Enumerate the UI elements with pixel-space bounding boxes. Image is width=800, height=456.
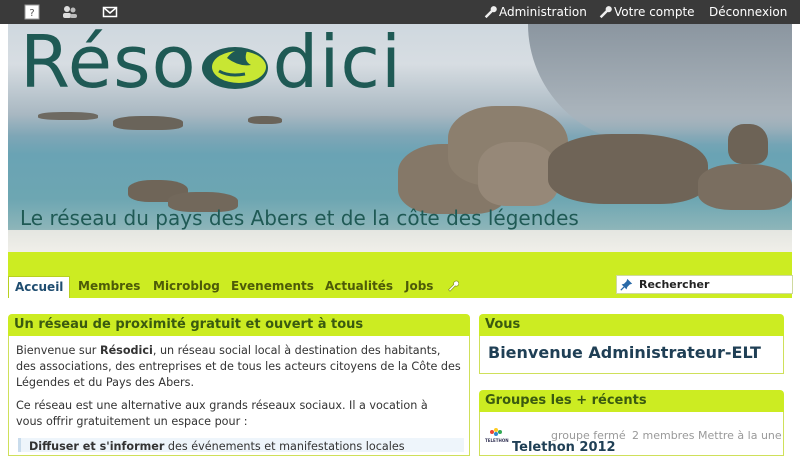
- telethon-logo-icon: [490, 428, 502, 436]
- banner-rock: [728, 124, 768, 164]
- wrench-icon: [599, 6, 612, 19]
- group-thumbnail[interactable]: TELETHON: [485, 426, 509, 448]
- members-icon[interactable]: [62, 4, 78, 20]
- admin-link[interactable]: Administration: [499, 5, 587, 19]
- banner-rock: [548, 134, 708, 204]
- top-bar: ? Administration Votre compte Déconnexio…: [0, 0, 800, 24]
- banner-rock: [698, 164, 792, 210]
- tab-microblog[interactable]: Microblog: [153, 276, 220, 296]
- tab-actualites[interactable]: Actualités: [325, 276, 393, 296]
- tab-jobs[interactable]: Jobs: [405, 276, 433, 296]
- groups-panel-title: Groupes les + récents: [479, 390, 784, 412]
- header-banner: Réso dici Le réseau du pays des Abers et…: [8, 24, 792, 252]
- intro-text-1: Bienvenue sur: [16, 344, 100, 357]
- tools-icon[interactable]: [447, 280, 459, 292]
- mail-icon[interactable]: [102, 4, 118, 20]
- intro-brand: Résodici: [99, 344, 153, 357]
- bullet-item: Diffuser et s'informer des événements et…: [29, 440, 459, 452]
- logout-link[interactable]: Déconnexion: [709, 5, 787, 19]
- pin-icon: [620, 278, 633, 291]
- svg-text:?: ?: [29, 8, 34, 19]
- banner-rock: [38, 112, 98, 120]
- logo-text-2: dici: [272, 24, 402, 104]
- group-thumb-label: TELETHON: [485, 438, 509, 443]
- bullet-strong: Diffuser et s'informer: [29, 440, 165, 452]
- banner-beach: [8, 230, 792, 252]
- main-panel-title: Un réseau de proximité gratuit et ouvert…: [8, 314, 470, 336]
- logo-text-1: Réso: [20, 24, 197, 104]
- banner-rock: [113, 116, 183, 130]
- site-logo[interactable]: Réso dici: [20, 26, 402, 98]
- feature-group-link[interactable]: Mettre à la une: [698, 429, 782, 442]
- tab-evenements[interactable]: Evenements: [231, 276, 314, 296]
- group-name[interactable]: Telethon 2012: [512, 440, 616, 455]
- logo-eye-icon: [199, 30, 271, 89]
- bullet-text: des événements et manifestations locales: [164, 440, 405, 452]
- banner-rock: [478, 142, 558, 206]
- account-link[interactable]: Votre compte: [614, 5, 695, 19]
- search-box[interactable]: Rechercher: [616, 275, 793, 294]
- tab-accueil[interactable]: Accueil: [8, 276, 71, 298]
- search-label: Rechercher: [639, 278, 710, 291]
- vous-panel-title: Vous: [479, 314, 784, 336]
- wrench-icon: [484, 6, 497, 19]
- site-tagline: Le réseau du pays des Abers et de la côt…: [20, 206, 579, 230]
- intro-paragraph: Bienvenue sur Résodici, un réseau social…: [16, 343, 462, 391]
- welcome-message: Bienvenue Administrateur-ELT: [488, 343, 761, 362]
- alternative-paragraph: Ce réseau est une alternative aux grands…: [16, 399, 428, 428]
- help-icon[interactable]: ?: [24, 4, 40, 20]
- tab-membres[interactable]: Membres: [78, 276, 140, 296]
- banner-rock: [248, 116, 282, 124]
- group-members: 2 membres: [632, 429, 695, 442]
